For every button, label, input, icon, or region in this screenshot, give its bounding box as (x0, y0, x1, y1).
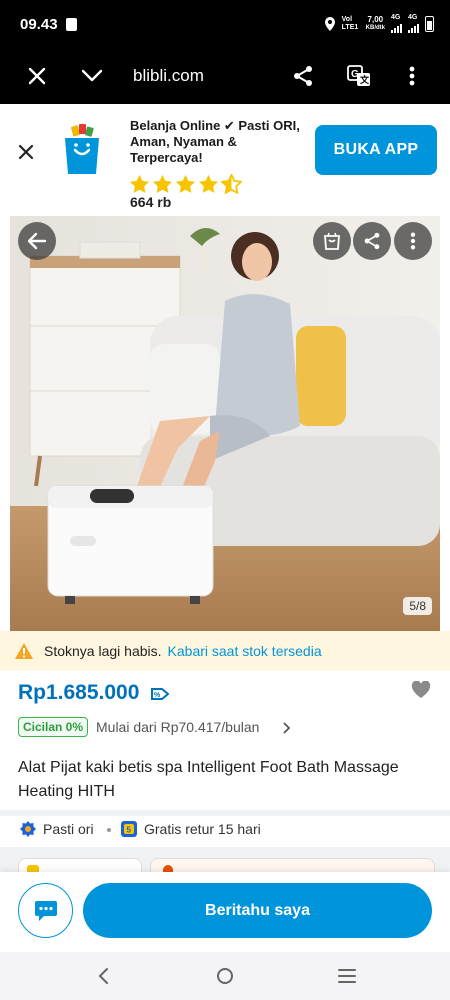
separator-dot (107, 828, 111, 832)
svg-text:文: 文 (359, 74, 370, 85)
more-vertical-icon[interactable] (402, 48, 422, 104)
notification-icon (65, 17, 77, 31)
notify-me-button[interactable]: Beritahu saya (83, 883, 432, 938)
feature-return[interactable]: 5 Gratis retur 15 hari (121, 821, 261, 837)
stock-message: Stoknya lagi habis. (44, 643, 162, 659)
product-price: Rp1.685.000 (18, 681, 140, 704)
feature-original-label: Pasti ori (43, 821, 94, 837)
wishlist-heart-icon[interactable] (411, 680, 431, 704)
status-indicators: Vol LTE1 7,00 KB/dtk 4G 4G (324, 14, 434, 33)
share-icon[interactable] (290, 48, 316, 104)
open-app-button[interactable]: BUKA APP (315, 125, 437, 175)
speed-value: 7,00 (367, 14, 384, 24)
rating-count: 664 rb (130, 194, 172, 210)
image-counter: 5/8 (403, 597, 432, 615)
svg-text:5: 5 (127, 826, 132, 835)
more-vertical-icon[interactable] (394, 222, 432, 260)
rating-stars (129, 174, 242, 194)
signal-type-1: 4G (391, 14, 401, 21)
notify-stock-link[interactable]: Kabari saat stok tersedia (168, 643, 322, 659)
warning-icon (15, 643, 33, 659)
close-icon[interactable] (22, 48, 52, 104)
partial-card (18, 858, 142, 873)
back-icon[interactable] (85, 952, 121, 1000)
chat-button[interactable] (18, 883, 73, 938)
location-icon (324, 16, 335, 31)
star-icon (130, 174, 149, 193)
partial-card (150, 858, 435, 873)
chevron-down-icon[interactable] (78, 48, 106, 104)
installment-badge: Cicilan 0% (18, 717, 89, 737)
product-image[interactable]: 5/8 (10, 216, 440, 631)
product-title: Alat Pijat kaki betis spa Intelligent Fo… (18, 759, 399, 800)
browser-toolbar: blibli.com G文 (0, 48, 450, 104)
star-icon (176, 174, 195, 193)
network-label: Vol LTE1 (341, 15, 359, 31)
chat-icon (34, 900, 57, 921)
translate-icon[interactable]: G文 (346, 48, 372, 104)
product-photo (10, 216, 440, 631)
signal-type-2: 4G (408, 14, 418, 21)
blibli-logo-icon (64, 124, 100, 181)
close-icon[interactable] (14, 140, 38, 164)
original-badge-icon (20, 821, 36, 837)
home-icon[interactable] (207, 952, 243, 1000)
share-icon[interactable] (353, 222, 391, 260)
stock-alert: Stoknya lagi habis. Kabari saat stok ter… (0, 631, 450, 671)
url-text[interactable]: blibli.com (133, 48, 204, 104)
app-install-banner: Belanja Online ✔ Pasti ORI, Aman, Nyaman… (0, 104, 450, 216)
speed-unit: KB/dtk (365, 24, 385, 31)
chevron-right-icon[interactable] (283, 719, 291, 737)
bag-icon[interactable] (313, 222, 351, 260)
svg-text:%: % (154, 692, 161, 699)
return-badge-icon: 5 (121, 821, 137, 837)
banner-tagline: Belanja Online ✔ Pasti ORI, Aman, Nyaman… (130, 118, 300, 165)
back-arrow-icon[interactable] (18, 222, 56, 260)
recents-icon[interactable] (329, 952, 365, 1000)
star-half-icon (221, 174, 242, 194)
signal-icon (391, 21, 402, 33)
status-bar: 09.43 Vol LTE1 7,00 KB/dtk 4G 4G (0, 0, 450, 48)
installment-text[interactable]: Mulai dari Rp70.417/bulan (96, 719, 259, 735)
star-icon (199, 174, 218, 193)
feature-original[interactable]: Pasti ori (20, 821, 94, 837)
bottom-action-bar: Beritahu saya (0, 872, 450, 952)
battery-icon (425, 15, 434, 32)
status-time: 09.43 (20, 15, 58, 33)
signal-icon-2 (408, 21, 419, 33)
star-icon (153, 174, 172, 193)
section-divider (0, 810, 450, 816)
price-tag-icon: % (151, 686, 170, 707)
feature-return-label: Gratis retur 15 hari (144, 821, 261, 837)
system-nav-bar (0, 952, 450, 1000)
